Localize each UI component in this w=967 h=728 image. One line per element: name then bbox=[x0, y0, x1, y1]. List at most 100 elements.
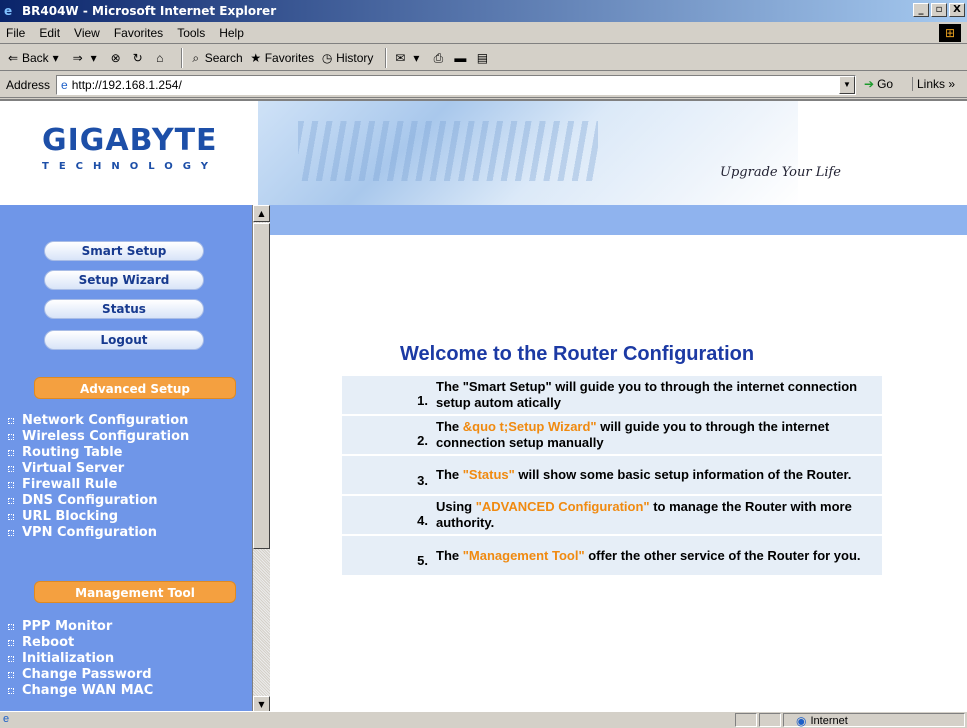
banner-decoration bbox=[298, 121, 598, 181]
item-number: 3. bbox=[417, 472, 428, 488]
bullet-icon bbox=[8, 624, 14, 630]
go-arrow-icon: ➔ bbox=[864, 77, 875, 91]
nav-label: Change WAN MAC bbox=[22, 683, 154, 698]
tagline: Upgrade Your Life bbox=[720, 165, 842, 180]
go-button[interactable]: ➔ Go bbox=[864, 77, 893, 91]
welcome-list: 1. The "Smart Setup" will guide you to t… bbox=[342, 376, 882, 577]
management-tool-list: PPP Monitor Reboot Initialization Change… bbox=[8, 619, 250, 699]
stop-button[interactable]: ⊗ bbox=[109, 51, 125, 65]
nav-firewall-rule[interactable]: Firewall Rule bbox=[8, 477, 250, 493]
advanced-setup-header: Advanced Setup bbox=[34, 377, 236, 399]
item-text: Using "ADVANCED Configuration" to manage… bbox=[430, 499, 882, 531]
bullet-icon bbox=[8, 482, 14, 488]
logout-button[interactable]: Logout bbox=[44, 330, 204, 350]
nav-network-configuration[interactable]: Network Configuration bbox=[8, 413, 250, 429]
scroll-thumb[interactable] bbox=[253, 223, 270, 549]
item-highlight: "Status" bbox=[462, 467, 515, 482]
nav-change-password[interactable]: Change Password bbox=[8, 667, 250, 683]
print-button[interactable]: ⎙ bbox=[431, 51, 447, 65]
nav-ppp-monitor[interactable]: PPP Monitor bbox=[8, 619, 250, 635]
nav-initialization[interactable]: Initialization bbox=[8, 651, 250, 667]
item-text-pre: The bbox=[436, 547, 463, 563]
window-title: BR404W - Microsoft Internet Explorer bbox=[22, 4, 277, 18]
dropdown-icon: ▾ bbox=[52, 50, 59, 65]
setup-wizard-button[interactable]: Setup Wizard bbox=[44, 270, 204, 290]
menu-favorites[interactable]: Favorites bbox=[114, 26, 163, 40]
main-panel: Welcome to the Router Configuration 1. T… bbox=[270, 235, 967, 713]
refresh-icon: ↻ bbox=[132, 50, 143, 65]
toolbar: ⇐ Back ▾ ⇒ ▾ ⊗ ↻ ⌂ ⌕ Search ★ Favorites … bbox=[0, 45, 967, 71]
toolbar-separator bbox=[180, 47, 183, 68]
status-button[interactable]: Status bbox=[44, 299, 204, 319]
menu-help[interactable]: Help bbox=[219, 26, 244, 40]
bullet-icon bbox=[8, 530, 14, 536]
menu-edit[interactable]: Edit bbox=[39, 26, 60, 40]
item-number: 5. bbox=[417, 553, 428, 568]
home-button[interactable]: ⌂ bbox=[153, 51, 169, 65]
bullet-icon bbox=[8, 656, 14, 662]
browser-window: e BR404W - Microsoft Internet Explorer _… bbox=[0, 0, 967, 728]
bullet-icon bbox=[8, 466, 14, 472]
nav-routing-table[interactable]: Routing Table bbox=[8, 445, 250, 461]
list-item: 2. The &quo t;Setup Wizard" will guide y… bbox=[342, 416, 882, 454]
nav-virtual-server[interactable]: Virtual Server bbox=[8, 461, 250, 477]
links-button[interactable]: Links » bbox=[912, 77, 955, 91]
page-icon: e bbox=[61, 78, 68, 92]
address-bar: Address e http://192.168.1.254/ ▼ ➔ Go L… bbox=[0, 72, 967, 98]
menu-file[interactable]: File bbox=[6, 26, 25, 40]
item-text-pre: The bbox=[436, 467, 463, 482]
title-bar: e BR404W - Microsoft Internet Explorer _… bbox=[0, 0, 967, 22]
mail-icon: ✉ bbox=[395, 50, 406, 65]
bullet-icon bbox=[8, 688, 14, 694]
item-text: The "Status" will show some basic setup … bbox=[430, 467, 882, 483]
back-button[interactable]: ⇐ Back ▾ bbox=[6, 51, 65, 65]
minimize-button[interactable]: _ bbox=[913, 3, 929, 17]
refresh-button[interactable]: ↻ bbox=[131, 51, 147, 65]
bullet-icon bbox=[8, 514, 14, 520]
item-number: 4. bbox=[417, 512, 428, 528]
smart-setup-button[interactable]: Smart Setup bbox=[44, 241, 204, 261]
search-button[interactable]: ⌕ Search bbox=[189, 50, 242, 65]
nav-wireless-configuration[interactable]: Wireless Configuration bbox=[8, 429, 250, 445]
nav-label: Initialization bbox=[22, 651, 115, 666]
nav-vpn-configuration[interactable]: VPN Configuration bbox=[8, 525, 250, 541]
mail-button[interactable]: ✉ ▾ bbox=[393, 51, 425, 65]
blue-strip bbox=[258, 205, 967, 235]
search-icon: ⌕ bbox=[192, 50, 200, 65]
nav-label: Change Password bbox=[22, 667, 152, 682]
scroll-up-icon[interactable]: ▲ bbox=[253, 205, 270, 222]
menu-tools[interactable]: Tools bbox=[177, 26, 205, 40]
history-button[interactable]: ◷ History bbox=[320, 51, 374, 65]
menu-view[interactable]: View bbox=[74, 26, 100, 40]
banner: GIGABYTE TECHNOLOGY Upgrade Your Life bbox=[0, 101, 967, 205]
bullet-icon bbox=[8, 640, 14, 646]
nav-dns-configuration[interactable]: DNS Configuration bbox=[8, 493, 250, 509]
menu-bar: File Edit View Favorites Tools Help ⊞ bbox=[0, 22, 967, 44]
address-dropdown-button[interactable]: ▼ bbox=[839, 76, 855, 94]
nav-label: URL Blocking bbox=[22, 509, 119, 524]
status-segment bbox=[735, 713, 757, 727]
item-highlight: "Management Tool" bbox=[462, 547, 585, 563]
windows-logo-icon: ⊞ bbox=[939, 24, 961, 42]
item-text: The "Smart Setup" will guide you to thro… bbox=[430, 379, 882, 411]
list-item: 3. The "Status" will show some basic set… bbox=[342, 456, 882, 494]
logo-text: GIGABYTE bbox=[42, 123, 218, 158]
nav-reboot[interactable]: Reboot bbox=[8, 635, 250, 651]
address-input[interactable]: e http://192.168.1.254/ ▼ bbox=[56, 75, 856, 95]
edit-button[interactable]: ▬ bbox=[453, 51, 469, 65]
close-button[interactable]: X bbox=[949, 3, 965, 17]
maximize-button[interactable]: ▫ bbox=[931, 3, 947, 17]
dropdown-icon: ▾ bbox=[90, 50, 97, 65]
nav-url-blocking[interactable]: URL Blocking bbox=[8, 509, 250, 525]
item-number: 1. bbox=[417, 392, 428, 408]
item-text-pre: The bbox=[436, 419, 463, 434]
nav-change-wan-mac[interactable]: Change WAN MAC bbox=[8, 683, 250, 699]
bullet-icon bbox=[8, 450, 14, 456]
sidebar-scrollbar[interactable]: ▲ ▼ bbox=[252, 205, 270, 713]
list-item: 5. The "Management Tool" offer the other… bbox=[342, 536, 882, 575]
forward-button[interactable]: ⇒ ▾ bbox=[71, 51, 103, 65]
item-highlight: "ADVANCED Configuration" bbox=[475, 499, 650, 514]
discuss-button[interactable]: ▤ bbox=[475, 51, 491, 65]
favorites-button[interactable]: ★ Favorites bbox=[249, 51, 314, 65]
nav-label: Routing Table bbox=[22, 445, 123, 460]
